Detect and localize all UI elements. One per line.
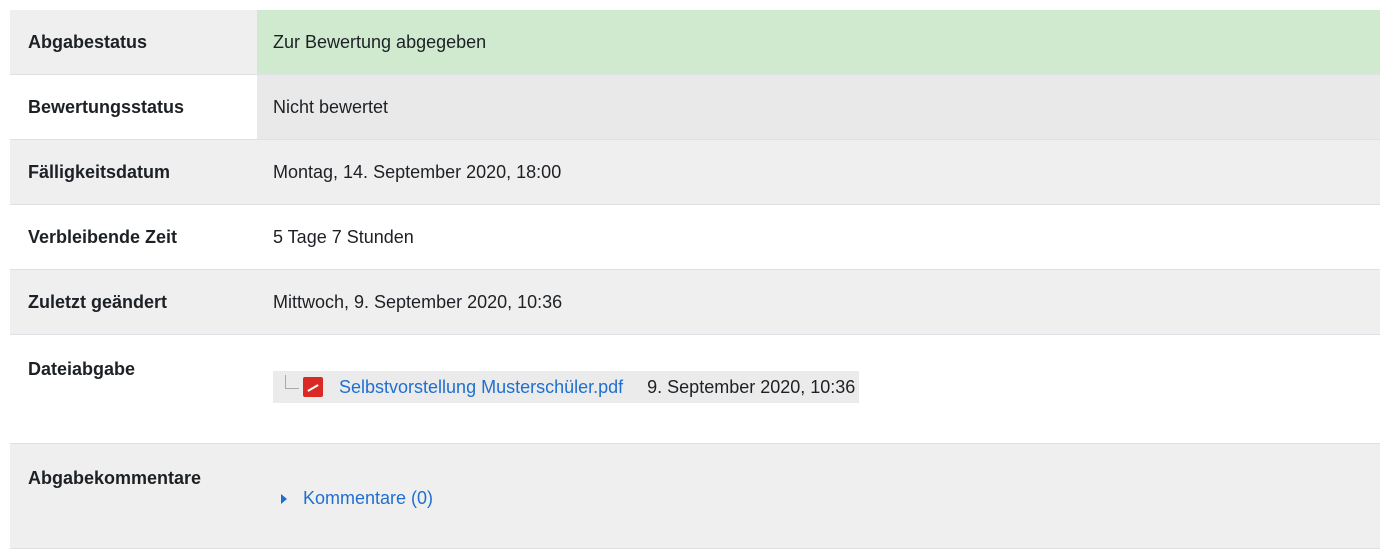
file-submission-label: Dateiabgabe [28,359,136,379]
file-date: 9. September 2020, 10:36 [647,376,856,397]
file-entry: Selbstvorstellung Musterschüler.pdf 9. S… [273,371,860,403]
submission-comments-value: Kommentare (0) [257,444,1380,548]
grading-status-label: Bewertungsstatus [28,96,185,117]
row-submission-comments: Abgabekommentare Kommentare (0) [10,444,1380,549]
file-link[interactable]: Selbstvorstellung Musterschüler.pdf [339,377,623,398]
row-time-remaining: Verbleibende Zeit 5 Tage 7 Stunden [10,205,1380,270]
comments-toggle-label: Kommentare (0) [303,488,434,508]
submission-status-label: Abgabestatus [28,31,148,52]
due-date-label: Fälligkeitsdatum [28,161,171,182]
submission-status-table: Abgabestatus Zur Bewertung abgegeben Bew… [10,10,1380,549]
last-modified-value: Mittwoch, 9. September 2020, 10:36 [273,291,563,312]
row-last-modified: Zuletzt geändert Mittwoch, 9. September … [10,270,1380,335]
submission-comments-label: Abgabekommentare [28,468,202,488]
pdf-icon [303,377,323,397]
time-remaining-value: 5 Tage 7 Stunden [273,226,414,247]
row-due-date: Fälligkeitsdatum Montag, 14. September 2… [10,140,1380,205]
file-submission-value: Selbstvorstellung Musterschüler.pdf 9. S… [257,335,1380,443]
time-remaining-label: Verbleibende Zeit [28,226,178,247]
due-date-value: Montag, 14. September 2020, 18:00 [273,161,562,182]
last-modified-label: Zuletzt geändert [28,291,168,312]
grading-status-value: Nicht bewertet [257,75,1380,139]
row-grading-status: Bewertungsstatus Nicht bewertet [10,75,1380,140]
caret-right-icon [281,493,287,504]
row-file-submission: Dateiabgabe Selbstvorstellung Musterschü… [10,335,1380,444]
comments-toggle[interactable]: Kommentare (0) [273,488,433,509]
row-submission-status: Abgabestatus Zur Bewertung abgegeben [10,10,1380,75]
submission-status-value: Zur Bewertung abgegeben [257,10,1380,74]
tree-connector-icon [281,375,303,399]
